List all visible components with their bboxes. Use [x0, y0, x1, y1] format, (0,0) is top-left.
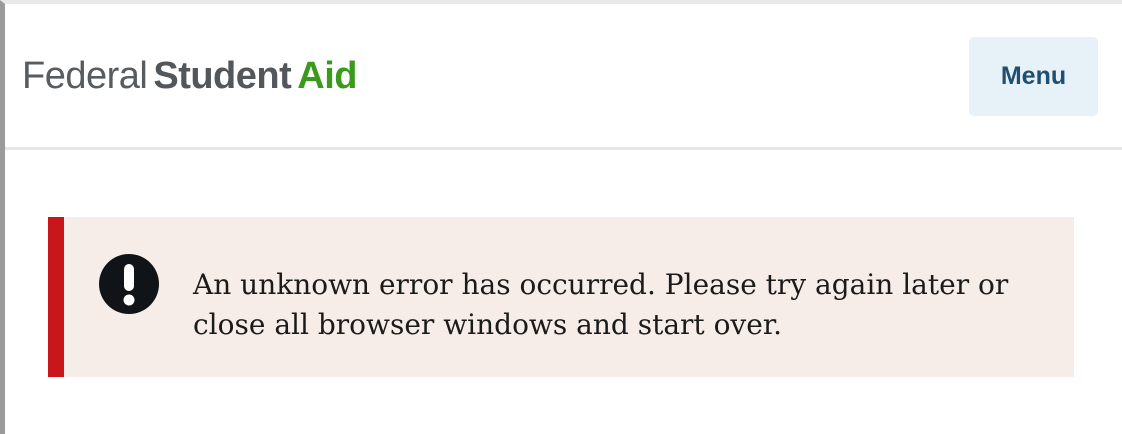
logo-text-student: Student — [153, 55, 292, 97]
page-frame: Federal Student Aid Menu An unknown error … — [0, 0, 1122, 434]
exclamation-circle-icon — [98, 253, 160, 315]
menu-button[interactable]: Menu — [969, 37, 1098, 116]
site-header: Federal Student Aid Menu — [5, 4, 1122, 150]
federal-student-aid-logo[interactable]: Federal Student Aid — [22, 52, 357, 100]
error-message: An unknown error has occurred. Please tr… — [193, 268, 1009, 341]
logo-text-federal: Federal — [22, 55, 148, 97]
error-alert: An unknown error has occurred. Please tr… — [48, 217, 1074, 377]
logo-text-aid: Aid — [297, 55, 357, 97]
